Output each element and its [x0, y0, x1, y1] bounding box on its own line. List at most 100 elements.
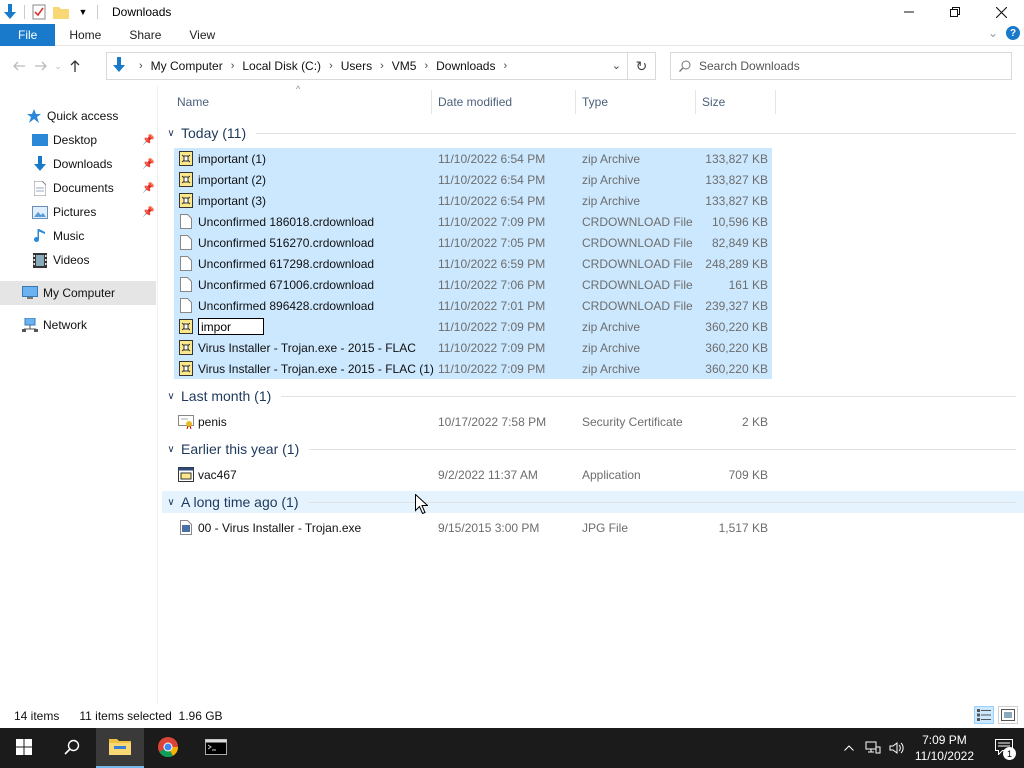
file-date: 11/10/2022 7:06 PM [438, 277, 546, 292]
breadcrumb-vm5[interactable]: VM5 [392, 59, 417, 73]
file-size: 1,517 KB [718, 520, 768, 535]
volume-icon[interactable] [885, 741, 909, 755]
file-date: 10/17/2022 7:58 PM [438, 414, 547, 429]
file-explorer-window: ▼ Downloads File Home Share View ⌄ ? ⌄ ›… [0, 0, 1024, 728]
taskbar-chrome[interactable] [144, 728, 192, 768]
up-arrow-icon[interactable] [64, 55, 86, 77]
collapse-chevron-icon[interactable]: ∨ [162, 391, 180, 402]
network-status-icon[interactable] [861, 741, 885, 755]
properties-icon[interactable] [31, 4, 47, 20]
breadcrumb-chevron-icon[interactable]: › [329, 60, 333, 72]
address-history-dropdown-icon[interactable]: ⌄ [612, 59, 621, 72]
file-row[interactable]: important (3) 11/10/2022 6:54 PM zip Arc… [174, 190, 772, 211]
pin-icon[interactable]: 📌 [142, 159, 154, 170]
file-row[interactable]: important (1) 11/10/2022 6:54 PM zip Arc… [174, 148, 772, 169]
sidebar-item-desktop[interactable]: Desktop [32, 129, 97, 151]
group-header-earlier-this-year[interactable]: ∨ Earlier this year (1) [162, 438, 1024, 460]
clock[interactable]: 7:09 PM 11/10/2022 [915, 732, 974, 764]
file-row[interactable]: Unconfirmed 896428.crdownload 11/10/2022… [174, 295, 772, 316]
breadcrumb-my-computer[interactable]: My Computer [151, 59, 223, 73]
file-row[interactable]: vac467 9/2/2022 11:37 AM Application 709… [174, 464, 772, 485]
sidebar-item-network[interactable]: Network [22, 314, 87, 336]
file-type: CRDOWNLOAD File [582, 214, 693, 229]
breadcrumb-chevron-icon[interactable]: › [231, 60, 235, 72]
group-header-today[interactable]: ∨ Today (11) [162, 122, 1024, 144]
tab-share[interactable]: Share [115, 24, 175, 46]
taskbar-search-button[interactable] [48, 728, 96, 768]
pin-icon[interactable]: 📌 [142, 207, 154, 218]
column-header-size[interactable]: Size [696, 90, 776, 114]
sidebar-item-my-computer[interactable]: My Computer [22, 282, 115, 304]
breadcrumb-chevron-icon[interactable]: › [503, 60, 507, 72]
file-icon [178, 256, 194, 272]
minimize-button[interactable] [886, 0, 932, 24]
taskbar-command-prompt[interactable] [192, 728, 240, 768]
column-header-type[interactable]: Type [576, 90, 696, 114]
breadcrumb-chevron-icon[interactable]: › [139, 60, 143, 72]
breadcrumb-downloads[interactable]: Downloads [436, 59, 495, 73]
file-row[interactable]: Unconfirmed 516270.crdownload 11/10/2022… [174, 232, 772, 253]
sidebar-item-music[interactable]: Music [32, 225, 84, 247]
taskbar-file-explorer[interactable] [96, 728, 144, 768]
tab-file[interactable]: File [0, 23, 56, 46]
file-type: zip Archive [582, 151, 641, 166]
back-arrow-icon[interactable] [8, 55, 30, 77]
file-name: important (3) [198, 193, 267, 208]
search-input[interactable] [699, 59, 999, 73]
file-row[interactable]: penis 10/17/2022 7:58 PM Security Certif… [174, 411, 772, 432]
file-size: 82,849 KB [711, 235, 768, 250]
help-icon[interactable]: ? [1006, 26, 1020, 40]
computer-icon [22, 285, 38, 301]
tab-home[interactable]: Home [55, 24, 115, 46]
sidebar-item-documents[interactable]: Documents [32, 177, 114, 199]
collapse-chevron-icon[interactable]: ∨ [162, 128, 180, 139]
downloads-icon [32, 156, 48, 172]
breadcrumb-local-disk[interactable]: Local Disk (C:) [242, 59, 321, 73]
pin-icon[interactable]: 📌 [142, 183, 154, 194]
column-header-name[interactable]: Name [171, 90, 432, 114]
breadcrumb-chevron-icon[interactable]: › [380, 60, 384, 72]
sidebar-item-videos[interactable]: Videos [32, 249, 89, 271]
expand-ribbon-chevron-icon[interactable]: ⌄ [988, 26, 998, 40]
rename-input[interactable] [198, 318, 264, 335]
large-icons-view-icon[interactable] [998, 706, 1018, 724]
recent-locations-chevron-icon[interactable]: ⌄ [52, 55, 64, 77]
nav-quick-access[interactable]: Quick access [26, 105, 118, 127]
search-box[interactable] [670, 52, 1012, 80]
address-bar[interactable]: › My Computer › Local Disk (C:) › Users › V… [106, 52, 656, 80]
new-folder-icon[interactable] [53, 4, 69, 20]
maximize-button[interactable] [932, 0, 978, 24]
action-center-button[interactable]: 1 [984, 728, 1024, 768]
group-header-last-month[interactable]: ∨ Last month (1) [162, 385, 1024, 407]
sidebar-item-downloads[interactable]: Downloads [32, 153, 112, 175]
file-row[interactable]: Virus Installer - Trojan.exe - 2015 - FL… [174, 337, 772, 358]
refresh-icon[interactable]: ↻ [627, 53, 655, 79]
window-title: Downloads [112, 5, 172, 19]
file-row[interactable]: Unconfirmed 617298.crdownload 11/10/2022… [174, 253, 772, 274]
breadcrumb-users[interactable]: Users [341, 59, 372, 73]
sidebar-item-pictures[interactable]: Pictures [32, 201, 96, 223]
window-controls [886, 0, 1024, 24]
file-row[interactable]: important (2) 11/10/2022 6:54 PM zip Arc… [174, 169, 772, 190]
forward-arrow-icon[interactable] [30, 55, 52, 77]
pin-icon[interactable]: 📌 [142, 135, 154, 146]
breadcrumb-chevron-icon[interactable]: › [424, 60, 428, 72]
group-header-long-time-ago[interactable]: ∨ A long time ago (1) [162, 491, 1024, 513]
customize-toolbar-dropdown-icon[interactable]: ▼ [75, 4, 91, 20]
collapse-chevron-icon[interactable]: ∨ [162, 497, 180, 508]
close-button[interactable] [978, 0, 1024, 24]
column-header-date[interactable]: Date modified [432, 90, 576, 114]
file-row[interactable]: Virus Installer - Trojan.exe - 2015 - FL… [174, 358, 772, 379]
file-row[interactable]: Unconfirmed 671006.crdownload 11/10/2022… [174, 274, 772, 295]
start-button[interactable] [0, 728, 48, 768]
file-icon [178, 214, 194, 230]
collapse-chevron-icon[interactable]: ∨ [162, 444, 180, 455]
file-row[interactable]: 00 - Virus Installer - Trojan.exe 9/15/2… [174, 517, 772, 538]
show-hidden-icons-chevron-icon[interactable] [837, 745, 861, 751]
item-count: 14 items [14, 709, 60, 723]
file-row-renaming[interactable]: 11/10/2022 7:09 PM zip Archive 360,220 K… [174, 316, 772, 337]
tab-view[interactable]: View [175, 24, 229, 46]
details-view-icon[interactable] [974, 706, 994, 724]
file-row[interactable]: Unconfirmed 186018.crdownload 11/10/2022… [174, 211, 772, 232]
selection-info: 11 items selected 1.96 GB [79, 709, 223, 723]
